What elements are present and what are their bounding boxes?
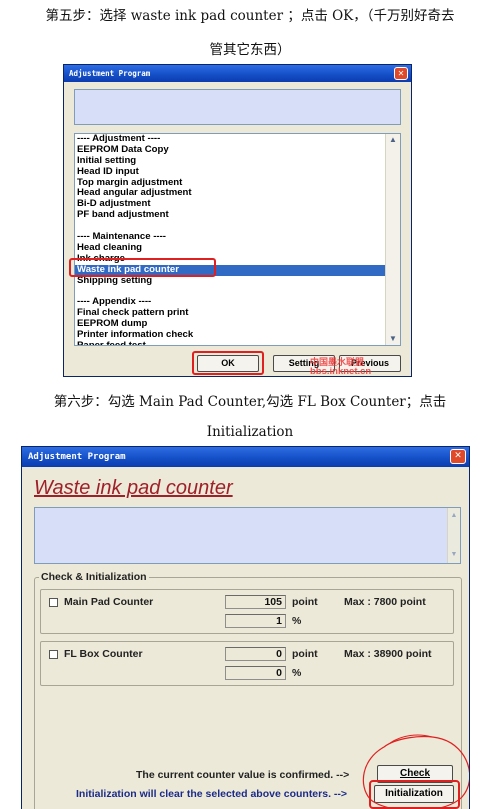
list-item[interactable]: Head cleaning: [75, 243, 386, 254]
confirm-text: The current counter value is confirmed. …: [136, 769, 350, 781]
group-label: Check & Initialization: [39, 571, 149, 583]
fl-box-unit: point: [292, 648, 318, 660]
fl-box-max: Max : 38900 point: [344, 648, 432, 660]
list-item[interactable]: ---- Adjustment ----: [75, 134, 386, 145]
highlight-initialization-button: [369, 780, 460, 809]
main-pad-percent-unit: %: [292, 615, 302, 627]
page-heading: Waste ink pad counter: [34, 477, 233, 499]
main-pad-max: Max : 7800 point: [344, 596, 426, 608]
fl-box-percent: 0: [225, 666, 286, 680]
status-scrollbar[interactable]: ▲ ▼: [447, 508, 460, 563]
highlight-ok-button: [192, 351, 264, 375]
fl-box-checkbox[interactable]: [49, 650, 58, 659]
list-item[interactable]: Head angular adjustment: [75, 188, 386, 199]
step5-caption-line1: 第五步：选择 waste ink pad counter ；点击 OK，（千万别…: [45, 8, 455, 24]
scroll-down-arrow-icon[interactable]: ▼: [448, 549, 460, 561]
dialog-title: Adjustment Program: [69, 69, 151, 78]
adjustment-program-dialog: Adjustment Program ✕ ---- Adjustment ---…: [63, 64, 412, 377]
status-display: [74, 89, 401, 125]
watermark-url: bbs.inknet.cn: [310, 366, 372, 377]
close-icon[interactable]: ✕: [450, 449, 466, 464]
list-item[interactable]: Bi-D adjustment: [75, 199, 386, 210]
list-item[interactable]: Head ID input: [75, 167, 386, 178]
list-item[interactable]: Paper feed test: [75, 341, 386, 345]
main-pad-percent: 1: [225, 614, 286, 628]
main-pad-unit: point: [292, 596, 318, 608]
list-item: [75, 221, 386, 232]
highlight-selected-item: [69, 258, 216, 277]
step6-caption-line1: 第六步：勾选 Main Pad Counter,勾选 FL Box Counte…: [53, 394, 447, 410]
main-pad-label: Main Pad Counter: [64, 596, 154, 608]
main-pad-value: 105: [225, 595, 286, 609]
list-item: [75, 286, 386, 297]
dialog-titlebar: Adjustment Program ✕: [64, 65, 411, 82]
scroll-up-arrow-icon[interactable]: ▲: [448, 510, 460, 522]
dialog2-titlebar: Adjustment Program ✕: [22, 447, 469, 467]
main-pad-checkbox[interactable]: [49, 598, 58, 607]
list-item[interactable]: PF band adjustment: [75, 210, 386, 221]
step6-caption-line2: Initialization: [206, 424, 294, 440]
close-icon[interactable]: ✕: [394, 67, 408, 80]
fl-box-label: FL Box Counter: [64, 648, 143, 660]
list-item[interactable]: ---- Appendix ----: [75, 297, 386, 308]
list-item[interactable]: Printer information check: [75, 330, 386, 341]
clear-text: Initialization will clear the selected a…: [76, 788, 348, 800]
fl-box-percent-unit: %: [292, 667, 302, 679]
listbox-scrollbar[interactable]: ▲ ▼: [385, 134, 400, 345]
list-item[interactable]: Shipping setting: [75, 276, 386, 287]
list-item[interactable]: Top margin adjustment: [75, 178, 386, 189]
dialog2-title: Adjustment Program: [28, 452, 126, 462]
scroll-up-arrow-icon[interactable]: ▲: [386, 134, 400, 146]
list-item[interactable]: Final check pattern print: [75, 308, 386, 319]
step5-caption-line2: 管其它东西）: [209, 42, 291, 58]
list-item[interactable]: EEPROM dump: [75, 319, 386, 330]
fl-box-value: 0: [225, 647, 286, 661]
list-item[interactable]: ---- Maintenance ----: [75, 232, 386, 243]
menu-listbox[interactable]: ---- Adjustment ---- EEPROM Data Copy Init…: [74, 133, 401, 346]
list-item[interactable]: EEPROM Data Copy: [75, 145, 386, 156]
list-item[interactable]: Initial setting: [75, 156, 386, 167]
status-display: ▲ ▼: [34, 507, 461, 564]
scroll-down-arrow-icon[interactable]: ▼: [386, 333, 400, 345]
waste-ink-pad-counter-dialog: Adjustment Program ✕ Waste ink pad count…: [21, 446, 470, 809]
